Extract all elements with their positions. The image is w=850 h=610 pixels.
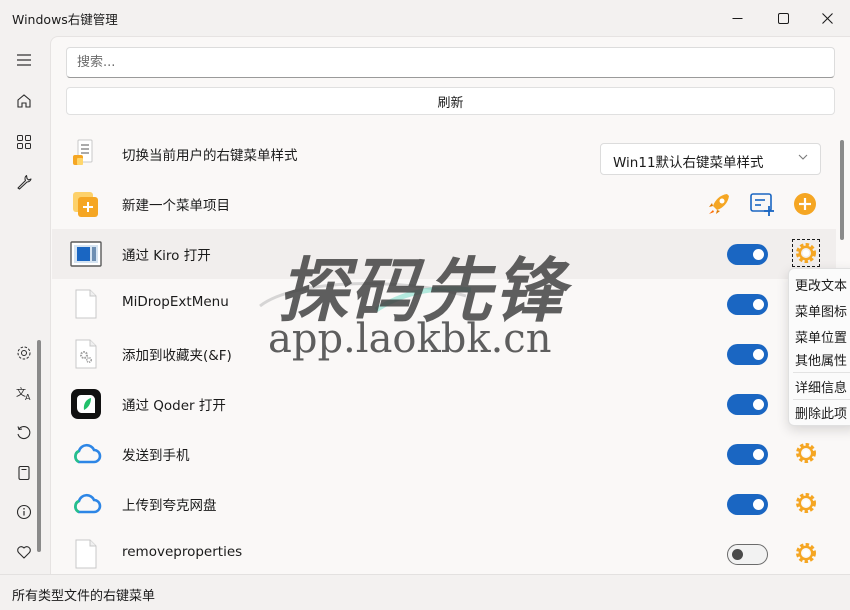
status-text: 所有类型文件的右键菜单 bbox=[12, 589, 156, 604]
enable-toggle[interactable] bbox=[727, 244, 768, 265]
status-bar: 所有类型文件的右键菜单 bbox=[0, 574, 850, 610]
history-icon bbox=[17, 426, 31, 440]
settings-file-icon bbox=[75, 339, 97, 369]
list-item: 上传到夸克网盘 bbox=[52, 479, 836, 529]
nav-about[interactable] bbox=[8, 498, 40, 526]
nav-dictionary[interactable] bbox=[8, 459, 40, 487]
enable-toggle[interactable] bbox=[727, 494, 768, 515]
close-button[interactable] bbox=[804, 0, 850, 36]
list-item-new-menu: 新建一个菜单项目 bbox=[52, 179, 836, 229]
item-settings-button[interactable] bbox=[792, 239, 820, 267]
add-item-icon[interactable] bbox=[791, 190, 819, 218]
new-item-folder-icon bbox=[73, 192, 98, 217]
list-item-label: 切换当前用户的右键菜单样式 bbox=[122, 148, 298, 164]
nav-tools[interactable] bbox=[8, 168, 40, 196]
gear-icon bbox=[796, 243, 816, 263]
nav-donate[interactable] bbox=[8, 538, 40, 566]
search-input[interactable] bbox=[66, 47, 835, 78]
menu-item-icon[interactable]: 菜单图标 bbox=[795, 301, 847, 320]
quark-cloud-icon bbox=[74, 493, 102, 514]
item-settings-button[interactable] bbox=[793, 440, 819, 466]
nav-language[interactable]: 文A bbox=[8, 379, 40, 407]
nav-history[interactable] bbox=[8, 419, 40, 447]
file-icon bbox=[75, 539, 97, 569]
gear-icon bbox=[796, 493, 816, 513]
nav-categories[interactable] bbox=[8, 128, 40, 156]
language-icon: 文A bbox=[16, 386, 31, 401]
menu-item-position[interactable]: 菜单位置 bbox=[795, 327, 847, 346]
settings-icon bbox=[17, 346, 31, 360]
enable-toggle[interactable] bbox=[727, 444, 768, 465]
list-scrollbar[interactable] bbox=[840, 140, 844, 240]
minimize-button[interactable] bbox=[714, 0, 760, 36]
quark-cloud-icon bbox=[74, 443, 102, 464]
menu-style-selected: Win11默认右键菜单样式 bbox=[613, 155, 764, 171]
kiro-app-icon bbox=[70, 241, 102, 267]
menu-divider bbox=[793, 372, 850, 373]
enable-toggle[interactable] bbox=[727, 394, 768, 415]
title-bar: Windows右键管理 bbox=[0, 0, 850, 36]
list-item: 通过 Qoder 打开 bbox=[52, 379, 836, 429]
book-icon bbox=[18, 465, 30, 481]
item-settings-button[interactable] bbox=[793, 540, 819, 566]
list-item-label: 上传到夸克网盘 bbox=[122, 498, 217, 514]
home-icon bbox=[17, 94, 31, 108]
menu-item-other-props[interactable]: 其他属性 bbox=[795, 350, 847, 369]
enable-toggle[interactable] bbox=[727, 544, 768, 565]
menu-divider bbox=[793, 399, 850, 400]
list-item-label: 新建一个菜单项目 bbox=[122, 198, 230, 214]
nav-settings[interactable] bbox=[8, 339, 40, 367]
list-item-label: MiDropExtMenu bbox=[122, 294, 229, 310]
add-submenu-icon[interactable] bbox=[748, 190, 776, 218]
hamburger-icon bbox=[17, 54, 31, 66]
watermark-url: app.laokbk.cn bbox=[268, 316, 552, 362]
list-item-label: 通过 Qoder 打开 bbox=[122, 398, 226, 414]
menu-style-select[interactable]: Win11默认右键菜单样式 bbox=[600, 143, 821, 175]
list-item: 发送到手机 bbox=[52, 429, 836, 479]
list-item: removeproperties bbox=[52, 529, 836, 579]
gear-icon bbox=[796, 443, 816, 463]
rocket-icon[interactable] bbox=[705, 190, 733, 218]
gear-icon bbox=[796, 543, 816, 563]
item-context-menu: 更改文本 菜单图标 菜单位置 其他属性 详细信息 删除此项 bbox=[788, 268, 850, 426]
maximize-button[interactable] bbox=[760, 0, 806, 36]
enable-toggle[interactable] bbox=[727, 294, 768, 315]
menu-toggle-button[interactable] bbox=[8, 46, 40, 74]
window-title: Windows右键管理 bbox=[12, 12, 118, 27]
list-item-menu-style: 切换当前用户的右键菜单样式 Win11默认右键菜单样式 bbox=[52, 129, 836, 179]
list-item-label: 发送到手机 bbox=[122, 448, 190, 464]
nav-scrollbar[interactable] bbox=[37, 340, 41, 552]
item-settings-button[interactable] bbox=[793, 490, 819, 516]
minimize-icon bbox=[732, 17, 742, 19]
maximize-icon bbox=[777, 12, 789, 24]
file-icon bbox=[75, 289, 97, 319]
wrench-icon bbox=[17, 174, 32, 190]
svg-text:A: A bbox=[25, 393, 31, 401]
enable-toggle[interactable] bbox=[727, 344, 768, 365]
menu-item-details[interactable]: 详细信息 bbox=[795, 377, 847, 396]
heart-icon bbox=[17, 546, 31, 559]
menu-item-edit-text[interactable]: 更改文本 bbox=[795, 275, 847, 294]
chevron-down-icon bbox=[798, 152, 808, 163]
qoder-app-icon bbox=[71, 389, 101, 419]
info-icon bbox=[16, 504, 32, 520]
menu-style-icon bbox=[73, 139, 93, 165]
close-icon bbox=[821, 12, 833, 24]
list-item-label: 添加到收藏夹(&F) bbox=[122, 348, 232, 364]
grid-icon bbox=[17, 135, 31, 149]
nav-home[interactable] bbox=[8, 87, 40, 115]
refresh-button[interactable]: 刷新 bbox=[66, 87, 835, 115]
list-item-label: 通过 Kiro 打开 bbox=[122, 248, 211, 264]
list-item-label: removeproperties bbox=[122, 544, 243, 560]
menu-item-delete[interactable]: 删除此项 bbox=[795, 403, 847, 422]
